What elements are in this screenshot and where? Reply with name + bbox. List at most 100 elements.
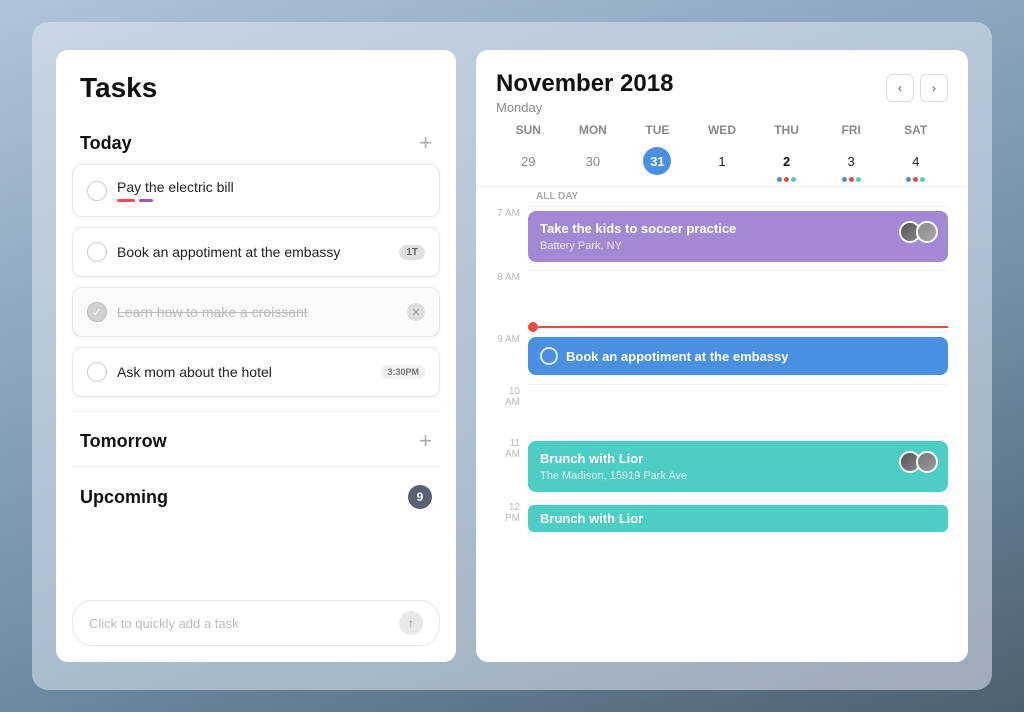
event-soccer[interactable]: Take the kids to soccer practice Battery…: [528, 211, 948, 262]
app-container: Tasks Today + Pay the electric bill: [32, 22, 992, 690]
weekday-thu: THU: [754, 123, 819, 137]
weekday-tue: TUE: [625, 123, 690, 137]
time-label-10am: 10 AM: [476, 384, 528, 408]
calendar-days: 29 30 31 1 2 3: [496, 143, 948, 186]
event-soccer-avatars: [899, 221, 938, 243]
time-label-9am: 9 AM: [476, 332, 528, 345]
day-3-dots: [842, 177, 861, 182]
task-checkbox-2[interactable]: [87, 242, 107, 262]
cal-day-2[interactable]: 2: [754, 143, 819, 186]
event-brunch-1-subtitle: The Madison, 15919 Park Ave: [540, 470, 936, 482]
cal-day-29[interactable]: 29: [496, 143, 561, 186]
time-area-12pm: Brunch with Lior: [528, 500, 948, 540]
upcoming-header: Upcoming 9: [72, 471, 440, 519]
quick-add-bar[interactable]: Click to quickly add a task ↑: [72, 600, 440, 646]
task-card-2: Book an appotiment at the embassy 1T: [72, 227, 440, 277]
task-card-1: Pay the electric bill: [72, 164, 440, 217]
day-4-dots: [906, 177, 925, 182]
event-embassy-checkbox[interactable]: [540, 347, 558, 365]
dot-blue: [777, 177, 782, 182]
weekday-mon: MON: [561, 123, 626, 137]
task-checkbox-4[interactable]: [87, 362, 107, 382]
dot-red-3: [849, 177, 854, 182]
now-bar: [538, 326, 948, 328]
right-panel: November 2018 Monday ‹ › SUN MON TUE WED…: [476, 50, 968, 662]
calendar-header: November 2018 Monday ‹ ›: [476, 50, 968, 123]
time-area-10am: [528, 384, 948, 393]
time-area-7am: Take the kids to soccer practice Battery…: [528, 206, 948, 270]
calendar-nav: ‹ ›: [886, 74, 948, 102]
weekday-wed: WED: [690, 123, 755, 137]
all-day-row: ALL DAY: [476, 186, 968, 206]
tomorrow-add-button[interactable]: +: [419, 430, 432, 452]
time-area-11am: Brunch with Lior The Madison, 15919 Park…: [528, 436, 948, 500]
time-row-12pm: 12 PM Brunch with Lior: [476, 500, 948, 552]
today-add-button[interactable]: +: [419, 132, 432, 154]
calendar-grid: SUN MON TUE WED THU FRI SAT 29 30 31 1 2: [476, 123, 968, 186]
task-1-underline: [117, 199, 425, 202]
event-soccer-subtitle: Battery Park, NY: [540, 240, 936, 252]
calendar-day-label: Monday: [496, 100, 673, 115]
task-checkbox-3[interactable]: [87, 302, 107, 322]
dot-blue-3: [842, 177, 847, 182]
cal-day-3[interactable]: 3: [819, 143, 884, 186]
page-title: Tasks: [56, 50, 456, 118]
task-3-text: Learn how to make a croissant: [117, 304, 397, 320]
task-card-3: Learn how to make a croissant ✕: [72, 287, 440, 337]
today-section: Today + Pay the electric bill Book an ap…: [56, 118, 456, 407]
dot-red-4: [913, 177, 918, 182]
now-dot: [528, 322, 538, 332]
cal-day-1[interactable]: 1: [690, 143, 755, 186]
calendar-prev-button[interactable]: ‹: [886, 74, 914, 102]
time-area-9am: Book an appotiment at the embassy: [528, 332, 948, 383]
dot-teal-4: [920, 177, 925, 182]
avatar-2: [916, 221, 938, 243]
time-row-10am: 10 AM: [476, 384, 948, 436]
calendar-title-area: November 2018 Monday: [496, 70, 673, 115]
task-4-text: Ask mom about the hotel: [117, 364, 371, 380]
upcoming-label: Upcoming: [80, 487, 168, 508]
today-header: Today +: [72, 118, 440, 164]
timeline[interactable]: 7 AM Take the kids to soccer practice Ba…: [476, 206, 968, 662]
task-1-text: Pay the electric bill: [117, 179, 425, 195]
task-2-text: Book an appotiment at the embassy: [117, 244, 389, 260]
tomorrow-section: Tomorrow +: [56, 407, 456, 462]
cal-day-30[interactable]: 30: [561, 143, 626, 186]
quick-add-placeholder: Click to quickly add a task: [89, 616, 239, 631]
calendar-next-button[interactable]: ›: [920, 74, 948, 102]
time-label-7am: 7 AM: [476, 206, 528, 219]
divider-1: [72, 411, 440, 412]
calendar-weekdays: SUN MON TUE WED THU FRI SAT: [496, 123, 948, 137]
time-row-9am: 9 AM Book an appotiment at the embassy: [476, 332, 948, 384]
tomorrow-header: Tomorrow +: [72, 416, 440, 462]
time-label-11am: 11 AM: [476, 436, 528, 460]
task-3-delete[interactable]: ✕: [407, 303, 425, 321]
time-row-8am: 8 AM: [476, 270, 948, 322]
underline-purple: [139, 199, 153, 202]
calendar-month: November 2018: [496, 70, 673, 98]
divider-2: [72, 466, 440, 467]
event-brunch-1[interactable]: Brunch with Lior The Madison, 15919 Park…: [528, 441, 948, 492]
day-2-dots: [777, 177, 796, 182]
event-brunch-2[interactable]: Brunch with Lior: [528, 505, 948, 532]
dot-teal: [791, 177, 796, 182]
quick-add-submit-button[interactable]: ↑: [399, 611, 423, 635]
underline-red: [117, 199, 135, 202]
left-panel: Tasks Today + Pay the electric bill: [56, 50, 456, 662]
dot-red: [784, 177, 789, 182]
time-row-11am: 11 AM Brunch with Lior The Madison, 1591…: [476, 436, 948, 500]
task-4-time-badge: 3:30PM: [381, 365, 425, 379]
dot-blue-4: [906, 177, 911, 182]
upcoming-count-badge: 9: [408, 485, 432, 509]
event-brunch-1-avatars: [899, 451, 938, 473]
task-checkbox-1[interactable]: [87, 181, 107, 201]
time-label-8am: 8 AM: [476, 270, 528, 283]
weekday-sat: SAT: [883, 123, 948, 137]
event-embassy[interactable]: Book an appotiment at the embassy: [528, 337, 948, 375]
cal-day-31[interactable]: 31: [625, 143, 690, 186]
cal-day-4[interactable]: 4: [883, 143, 948, 186]
upcoming-section: Upcoming 9: [56, 462, 456, 519]
event-brunch-1-title: Brunch with Lior: [540, 451, 936, 466]
event-soccer-title: Take the kids to soccer practice: [540, 221, 936, 236]
task-1-content: Pay the electric bill: [117, 179, 425, 202]
